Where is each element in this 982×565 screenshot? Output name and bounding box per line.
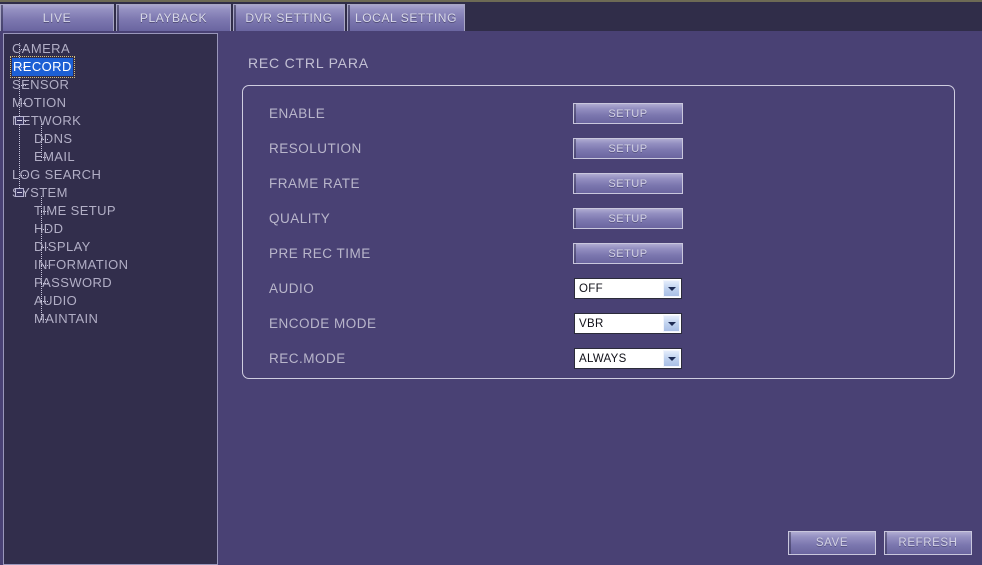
sidebar-item-label: RECORD (10, 56, 75, 78)
row-label-enable: ENABLE (269, 106, 326, 121)
collapse-minus-icon[interactable] (15, 188, 24, 197)
form-row-enable: ENABLE SETUP (243, 96, 954, 131)
sidebar-item-ddns[interactable]: DDNS (4, 130, 217, 148)
setup-button-quality[interactable]: SETUP (573, 208, 683, 229)
refresh-button[interactable]: REFRESH (884, 531, 972, 555)
setup-button-resolution[interactable]: SETUP (573, 138, 683, 159)
form-row-rec-mode: REC.MODE ALWAYS (243, 341, 954, 376)
sidebar-item-label: INFORMATION (34, 257, 129, 272)
select-rec-mode[interactable]: ALWAYS (574, 348, 682, 369)
row-label-pre-rec-time: PRE REC TIME (269, 246, 371, 261)
page-title: REC CTRL PARA (248, 55, 369, 71)
chevron-glyph (667, 356, 676, 361)
select-value-rec-mode: ALWAYS (579, 352, 627, 365)
sidebar-item-hdd[interactable]: HDD (4, 220, 217, 238)
sidebar-item-record[interactable]: RECORD (4, 56, 217, 78)
footer-actions: SAVE REFRESH (788, 531, 972, 555)
sidebar-item-camera[interactable]: CAMERA (4, 40, 217, 58)
sidebar-panel: CAMERA RECORD SENSOR MOTION NETWORK DDNS EMAIL… (3, 33, 218, 565)
chevron-glyph (667, 286, 676, 291)
sidebar-item-label: MAINTAIN (34, 311, 99, 326)
chevron-down-icon[interactable] (663, 280, 680, 297)
form-row-frame-rate: FRAME RATE SETUP (243, 166, 954, 201)
rec-ctrl-para-panel: ENABLE SETUP RESOLUTION SETUP FRAME RATE SETU… (242, 85, 955, 379)
sidebar-item-label: DDNS (34, 131, 73, 146)
tab-dvr-setting-label: DVR SETTING (245, 11, 333, 25)
row-label-frame-rate: FRAME RATE (269, 176, 361, 191)
save-button-label: SAVE (815, 537, 849, 549)
sidebar-item-label: HDD (34, 221, 64, 236)
sidebar: CAMERA RECORD SENSOR MOTION NETWORK DDNS EMAIL… (0, 31, 220, 565)
collapse-minus-icon[interactable] (15, 116, 24, 125)
main-content: REC CTRL PARA ENABLE SETUP RESOLUTION SETUP… (220, 31, 982, 565)
select-value-encode-mode: VBR (579, 317, 604, 330)
form-row-audio: AUDIO OFF (243, 271, 954, 306)
chevron-down-icon[interactable] (663, 350, 680, 367)
sidebar-item-system[interactable]: SYSTEM (4, 184, 217, 202)
tab-local-setting-label: LOCAL SETTING (354, 11, 458, 25)
chevron-glyph (667, 321, 676, 326)
tab-live-label: LIVE (42, 11, 72, 25)
sidebar-item-label: SENSOR (12, 77, 70, 92)
sidebar-item-label: PASSWORD (34, 275, 113, 290)
form-row-encode-mode: ENCODE MODE VBR (243, 306, 954, 341)
dvr-setting-window: LIVE PLAYBACK DVR SETTING LOCAL SETTING … (0, 0, 982, 565)
form-row-quality: QUALITY SETUP (243, 201, 954, 236)
setup-button-label: SETUP (608, 212, 648, 225)
sidebar-item-motion[interactable]: MOTION (4, 94, 217, 112)
sidebar-item-label: MOTION (12, 95, 67, 110)
tab-live[interactable]: LIVE (0, 4, 114, 31)
sidebar-item-password[interactable]: PASSWORD (4, 274, 217, 292)
tab-dvr-setting[interactable]: DVR SETTING (233, 4, 345, 31)
sidebar-item-label: EMAIL (34, 149, 76, 164)
sidebar-item-label: DISPLAY (34, 239, 91, 254)
row-label-encode-mode: ENCODE MODE (269, 316, 377, 331)
setup-button-frame-rate[interactable]: SETUP (573, 173, 683, 194)
select-value-audio: OFF (579, 282, 603, 295)
sidebar-item-log-search[interactable]: LOG SEARCH (4, 166, 217, 184)
sidebar-item-display[interactable]: DISPLAY (4, 238, 217, 256)
tab-playback[interactable]: PLAYBACK (116, 4, 231, 31)
setup-button-label: SETUP (608, 107, 648, 120)
sidebar-item-email[interactable]: EMAIL (4, 148, 217, 166)
form-row-pre-rec-time: PRE REC TIME SETUP (243, 236, 954, 271)
tab-local-setting[interactable]: LOCAL SETTING (347, 4, 465, 31)
row-label-resolution: RESOLUTION (269, 141, 362, 156)
sidebar-item-time-setup[interactable]: TIME SETUP (4, 202, 217, 220)
setup-button-label: SETUP (608, 247, 648, 260)
setup-button-pre-rec-time[interactable]: SETUP (573, 243, 683, 264)
sidebar-item-label: CAMERA (12, 41, 71, 56)
main-tab-bar: LIVE PLAYBACK DVR SETTING LOCAL SETTING (0, 0, 982, 31)
sidebar-item-audio[interactable]: AUDIO (4, 292, 217, 310)
sidebar-item-information[interactable]: INFORMATION (4, 256, 217, 274)
select-audio[interactable]: OFF (574, 278, 682, 299)
row-label-rec-mode: REC.MODE (269, 351, 346, 366)
sidebar-item-label: LOG SEARCH (12, 167, 102, 182)
tab-playback-label: PLAYBACK (139, 11, 208, 25)
sidebar-item-label: AUDIO (34, 293, 78, 308)
sidebar-item-network[interactable]: NETWORK (4, 112, 217, 130)
sidebar-item-sensor[interactable]: SENSOR (4, 76, 217, 94)
form-row-resolution: RESOLUTION SETUP (243, 131, 954, 166)
settings-tree: CAMERA RECORD SENSOR MOTION NETWORK DDNS EMAIL… (4, 34, 217, 328)
setup-button-label: SETUP (608, 142, 648, 155)
refresh-button-label: REFRESH (898, 537, 958, 549)
row-label-audio: AUDIO (269, 281, 315, 296)
setup-button-enable[interactable]: SETUP (573, 103, 683, 124)
chevron-down-icon[interactable] (663, 315, 680, 332)
sidebar-item-label: TIME SETUP (34, 203, 117, 218)
save-button[interactable]: SAVE (788, 531, 876, 555)
row-label-quality: QUALITY (269, 211, 331, 226)
sidebar-item-maintain[interactable]: MAINTAIN (4, 310, 217, 328)
select-encode-mode[interactable]: VBR (574, 313, 682, 334)
setup-button-label: SETUP (608, 177, 648, 190)
